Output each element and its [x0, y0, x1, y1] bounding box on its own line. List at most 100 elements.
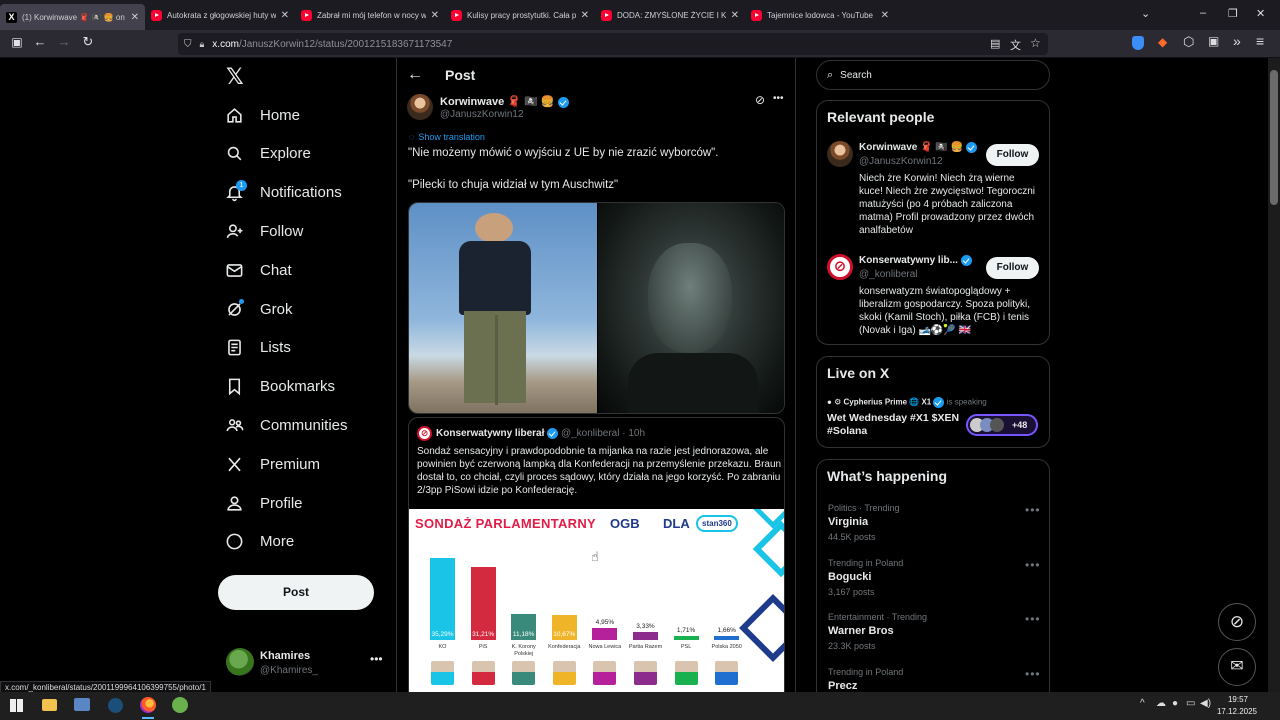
extension-fox-icon[interactable]: ◆ [1158, 35, 1167, 49]
follow-button[interactable]: Follow [986, 144, 1039, 166]
trend-item[interactable]: Trending in Poland Bogucki 3,167 posts [828, 558, 903, 597]
lock-icon[interactable]: 🔒︎ [200, 39, 205, 50]
browser-tab[interactable]: Zabrał mi mój telefon w nocy w ✕ [295, 0, 445, 30]
sidebar-item-explore[interactable]: Explore [224, 139, 311, 169]
live-on-x-card[interactable]: Live on X ● ⚙ Cypherius Prime 🌐 X1 is sp… [816, 356, 1050, 448]
sidebar-item-more[interactable]: More [224, 527, 294, 557]
search-box[interactable]: ⌕ Search [816, 60, 1050, 90]
close-tab-icon[interactable]: ✕ [131, 12, 139, 23]
sidebar-item-home[interactable]: Home [224, 100, 300, 130]
back-arrow-icon[interactable]: ← [407, 66, 423, 84]
grok-explain-icon[interactable]: ⊘ [755, 93, 765, 107]
sidebar-item-profile[interactable]: Profile [224, 488, 303, 518]
grok-float-button[interactable]: ⊘ [1218, 603, 1256, 641]
post-button[interactable]: Post [218, 575, 374, 610]
extensions-puzzle-icon[interactable]: ⬡ [1183, 34, 1194, 50]
account-switcher[interactable]: Khamires @Khamires_ ••• [224, 646, 384, 684]
translate-icon[interactable]: 文 [1010, 37, 1021, 53]
person-avatar[interactable]: ⊘ [827, 254, 853, 280]
tray-mic-icon[interactable]: ● [1172, 698, 1178, 709]
media-photo-right[interactable] [598, 203, 784, 413]
restore-button[interactable]: ❐ [1228, 7, 1238, 20]
sidebar-item-grok[interactable]: Grok [224, 294, 293, 324]
author-name[interactable]: Korwinwave 🧣 🏴‍☠️ 🍔 [440, 96, 554, 108]
overflow-menu-icon[interactable]: » [1233, 33, 1241, 49]
tray-cloud-icon[interactable]: ☁ [1156, 698, 1166, 709]
quoted-post[interactable]: ⊘ Konserwatywny liberał @_konliberal · 1… [408, 417, 785, 692]
close-tab-icon[interactable]: ✕ [281, 10, 289, 21]
clock-date[interactable]: 17.12.2025 [1206, 707, 1268, 716]
clock-time[interactable]: 19:57 [1214, 695, 1262, 704]
messages-float-button[interactable]: ✉ [1218, 648, 1256, 686]
category-label: Polska 2050 [711, 644, 742, 650]
sidebar-item-chat[interactable]: Chat [224, 255, 292, 285]
person-name[interactable]: Konserwatywny lib... [859, 255, 958, 266]
extension-badge-icon[interactable]: ▣ [1208, 34, 1219, 48]
browser-tab[interactable]: X (1) Korwinwave 🧣 🏴‍☠️ 🍔 on X: "N ✕ [0, 4, 145, 30]
shield-icon[interactable]: ⛉ [184, 39, 192, 50]
x-favicon-icon: X [6, 11, 17, 23]
trend-more-icon[interactable]: ••• [1025, 612, 1041, 626]
reload-icon[interactable]: ↻ [76, 34, 100, 50]
browser-tab[interactable]: Tajemnice lodowca - YouTube ✕ [745, 0, 895, 30]
show-translation-link[interactable]: Show translation [418, 132, 485, 142]
close-window-button[interactable]: ✕ [1256, 7, 1265, 20]
sidebar-item-communities[interactable]: Communities [224, 410, 348, 440]
sidebar-item-bookmarks[interactable]: Bookmarks [224, 372, 335, 402]
person-avatar[interactable] [827, 141, 853, 167]
back-icon[interactable]: ← [28, 34, 52, 49]
scrollbar-thumb[interactable] [1270, 70, 1278, 205]
bookmark-star-icon[interactable]: ☆ [1030, 36, 1041, 50]
person-name[interactable]: Korwinwave 🧣 🏴‍☠️ 🍔 [859, 142, 963, 153]
poll-chart-image[interactable]: SONDAŻ PARLAMENTARNY OGB DLA stan360 35,… [409, 509, 784, 692]
post-media[interactable] [408, 202, 785, 414]
firefox-icon[interactable] [140, 697, 156, 713]
monitor-app-icon[interactable] [74, 698, 90, 711]
page-scrollbar[interactable] [1268, 58, 1280, 692]
quote-author-name[interactable]: Konserwatywny liberał [436, 428, 544, 439]
account-more-icon[interactable]: ••• [370, 652, 383, 666]
post-more-icon[interactable]: ••• [773, 93, 784, 104]
search-placeholder: Search [840, 69, 872, 81]
x-logo[interactable]: 𝕏 [226, 64, 244, 90]
close-tab-icon[interactable]: ✕ [881, 10, 889, 21]
sidebar-item-premium[interactable]: Premium [224, 449, 320, 479]
sidebar-item-lists[interactable]: Lists [224, 333, 291, 363]
close-tab-icon[interactable]: ✕ [731, 10, 739, 21]
trend-item[interactable]: Trending in Poland Precz [828, 667, 903, 692]
tray-chevron-icon[interactable]: ^ [1140, 698, 1145, 709]
post-text-line2: "Pilecki to chuja widział w tym Auschwit… [408, 179, 619, 191]
follow-button[interactable]: Follow [986, 257, 1039, 279]
tab-list-chevron-icon[interactable]: ⌄ [1141, 7, 1150, 20]
minimize-button[interactable]: – [1200, 7, 1206, 19]
sidebar-toggle-icon[interactable]: ▣ [5, 35, 29, 49]
file-explorer-icon[interactable] [42, 699, 57, 711]
start-icon[interactable] [10, 699, 23, 712]
media-photo-left[interactable] [409, 203, 597, 413]
sidebar-item-follow[interactable]: Follow [224, 216, 303, 246]
close-tab-icon[interactable]: ✕ [581, 10, 589, 21]
sidebar-item-label: Explore [260, 145, 311, 163]
forward-icon[interactable]: → [52, 34, 76, 49]
url-bar[interactable]: ⛉ 🔒︎ x.com/JanuszKorwin12/status/2001215… [178, 33, 1048, 55]
author-handle[interactable]: @JanuszKorwin12 [440, 109, 524, 120]
trend-item[interactable]: Entertainment · Trending Warner Bros 23.3K… [828, 612, 927, 651]
browser-tab[interactable]: Kulisy pracy prostytutki. Cała p ✕ [445, 0, 595, 30]
sidebar-item-notifications[interactable]: 1 Notifications [224, 178, 342, 208]
trend-more-icon[interactable]: ••• [1025, 667, 1041, 681]
quote-time: · 10h [622, 428, 646, 440]
reader-view-icon[interactable]: ▤ [990, 37, 1000, 50]
tray-network-icon[interactable]: ▭ [1186, 698, 1195, 709]
trend-more-icon[interactable]: ••• [1025, 558, 1041, 572]
browser-tab[interactable]: Autokrata z głogowskiej huty w ✕ [145, 0, 295, 30]
steam-icon[interactable] [108, 698, 123, 713]
trend-more-icon[interactable]: ••• [1025, 503, 1041, 517]
trend-item[interactable]: Politics · Trending Virginia 44.5K posts [828, 503, 900, 542]
app-icon[interactable] [172, 697, 188, 713]
app-menu-icon[interactable]: ≡ [1256, 33, 1264, 49]
live-listeners[interactable]: +48 [966, 414, 1038, 436]
extension-icon[interactable] [1132, 36, 1144, 50]
browser-tab[interactable]: DODA: ZMYŚLONE ŻYCIE I KARI ✕ [595, 0, 745, 30]
close-tab-icon[interactable]: ✕ [431, 10, 439, 21]
author-avatar[interactable] [407, 94, 433, 120]
